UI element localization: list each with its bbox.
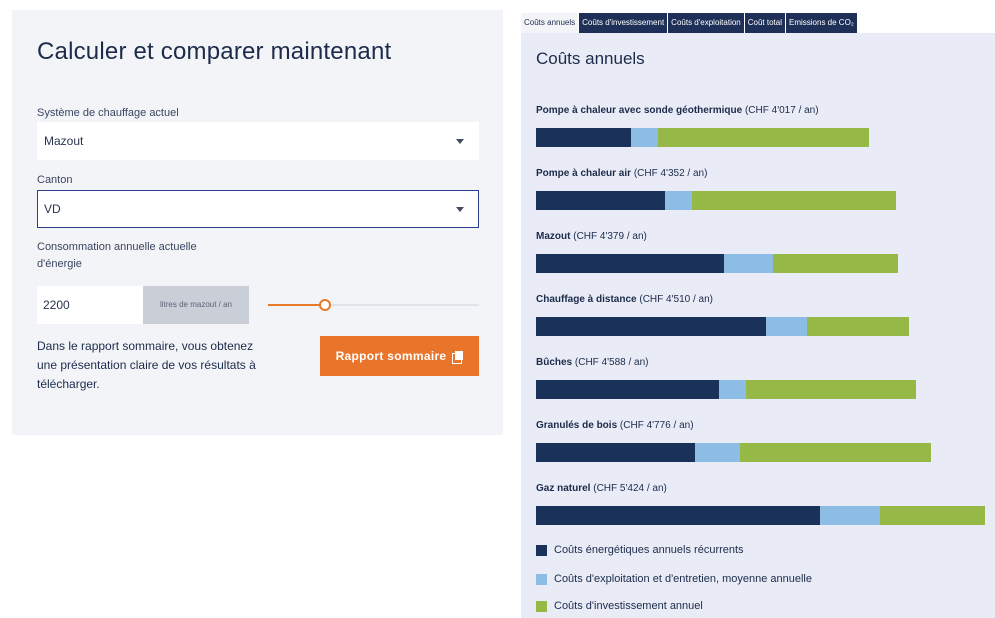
category-total: (CHF 5'424 / an) xyxy=(593,483,667,494)
investment-cost-segment xyxy=(692,191,897,210)
bar-row xyxy=(536,128,869,147)
energy-cost-segment xyxy=(536,317,767,336)
category-total: (CHF 4'588 / an) xyxy=(574,357,649,368)
tab-annual-costs[interactable]: Coûts annuels xyxy=(521,13,579,33)
chevron-down-icon xyxy=(456,139,464,144)
energy-cost-segment xyxy=(536,128,632,147)
slider-thumb[interactable] xyxy=(318,299,331,311)
bar-row xyxy=(536,317,910,336)
operating-cost-segment xyxy=(631,128,658,147)
chart-title: Coûts annuels xyxy=(536,49,645,68)
bar-label: Chauffage à distance (CHF 4'510 / an) xyxy=(536,294,713,305)
category-name: Pompe à chaleur air xyxy=(536,168,632,179)
canton-select[interactable]: VD xyxy=(37,190,479,228)
category-name: Granulés de bois xyxy=(536,420,618,431)
bar-label: Gaz naturel (CHF 5'424 / an) xyxy=(536,483,667,494)
category-name: Gaz naturel xyxy=(536,483,591,494)
category-total: (CHF 4'776 / an) xyxy=(619,420,694,431)
investment-cost-segment xyxy=(745,380,916,399)
legend-item: Coûts d'investissement annuel xyxy=(536,599,703,613)
canton-value: VD xyxy=(44,202,61,216)
investment-cost-segment xyxy=(879,506,985,525)
category-total: (CHF 4'352 / an) xyxy=(633,168,708,179)
consumption-input[interactable]: 2200 xyxy=(37,286,143,324)
legend-label: Coûts énergétiques annuels récurrents xyxy=(554,544,744,556)
tab-operating-costs[interactable]: Coûts d'exploitation xyxy=(668,13,744,33)
energy-cost-segment xyxy=(536,191,666,210)
bar-label: Bûches (CHF 4'588 / an) xyxy=(536,357,649,368)
slider-fill xyxy=(268,304,325,306)
category-total: (CHF 4'017 / an) xyxy=(744,105,819,116)
bar-row xyxy=(536,380,916,399)
category-name: Mazout xyxy=(536,231,571,242)
legend-label: Coûts d'exploitation et d'entretien, moy… xyxy=(554,573,812,585)
unit-label: litres de mazout / an xyxy=(143,286,249,324)
category-name: Bûches xyxy=(536,357,573,368)
operating-cost-segment xyxy=(819,506,880,525)
operating-cost-segment xyxy=(665,191,693,210)
category-total: (CHF 4'379 / an) xyxy=(573,231,647,242)
operating-cost-segment xyxy=(694,443,741,462)
chart-tabs: Coûts annuels Coûts d'investissement Coû… xyxy=(521,13,858,33)
category-name: Pompe à chaleur avec sonde géothermique xyxy=(536,105,743,116)
tab-total-cost[interactable]: Coût total xyxy=(744,13,785,33)
consumption-label-line-2: d'énergie xyxy=(37,258,82,270)
legend-swatch xyxy=(536,573,547,585)
document-icon xyxy=(452,350,464,364)
heating-system-select[interactable]: Mazout xyxy=(37,122,479,160)
legend-label: Coûts d'investissement annuel xyxy=(554,600,703,612)
bar-row xyxy=(536,191,897,210)
energy-cost-segment xyxy=(536,254,724,273)
heating-system-value: Mazout xyxy=(44,134,84,148)
calculator-panel: Calculer et comparer maintenant Système … xyxy=(12,10,503,435)
category-total: (CHF 4'510 / an) xyxy=(639,294,713,305)
report-button-label: Rapport sommaire xyxy=(335,349,447,363)
bar-row xyxy=(536,254,899,273)
energy-cost-segment xyxy=(536,506,820,525)
consumption-slider[interactable] xyxy=(268,299,479,311)
investment-cost-segment xyxy=(773,254,899,273)
investment-cost-segment xyxy=(807,317,910,336)
consumption-label-line-1: Consommation annuelle actuelle xyxy=(37,241,197,253)
operating-cost-segment xyxy=(766,317,808,336)
bar-label: Mazout (CHF 4'379 / an) xyxy=(536,231,647,242)
investment-cost-segment xyxy=(657,128,869,147)
legend-item: Coûts énergétiques annuels récurrents xyxy=(536,543,744,557)
tab-co2-emissions[interactable]: Emissions de CO₂ xyxy=(786,13,857,33)
report-description: Dans le rapport sommaire, vous obtenez u… xyxy=(37,339,256,391)
investment-cost-segment xyxy=(740,443,932,462)
bar-label: Granulés de bois (CHF 4'776 / an) xyxy=(536,420,694,431)
bar-label: Pompe à chaleur avec sonde géothermique … xyxy=(536,105,819,116)
energy-cost-segment xyxy=(536,380,719,399)
chart-panel: Coûts annuels Pompe à chaleur avec sonde… xyxy=(521,33,995,618)
summary-report-button[interactable]: Rapport sommaire xyxy=(320,336,479,376)
chevron-down-icon xyxy=(456,207,464,212)
legend-swatch xyxy=(536,600,547,612)
tab-investment-costs[interactable]: Coûts d'investissement xyxy=(579,13,668,33)
legend-item: Coûts d'exploitation et d'entretien, moy… xyxy=(536,572,812,586)
bar-row xyxy=(536,443,932,462)
operating-cost-segment xyxy=(718,380,746,399)
canton-label: Canton xyxy=(37,174,73,186)
legend-swatch xyxy=(536,544,547,556)
energy-cost-segment xyxy=(536,443,695,462)
heating-system-label: Système de chauffage actuel xyxy=(37,107,179,119)
bar-row xyxy=(536,506,985,525)
bar-label: Pompe à chaleur air (CHF 4'352 / an) xyxy=(536,168,707,179)
calculator-title: Calculer et comparer maintenant xyxy=(37,38,392,65)
category-name: Chauffage à distance xyxy=(536,294,637,305)
operating-cost-segment xyxy=(723,254,774,273)
